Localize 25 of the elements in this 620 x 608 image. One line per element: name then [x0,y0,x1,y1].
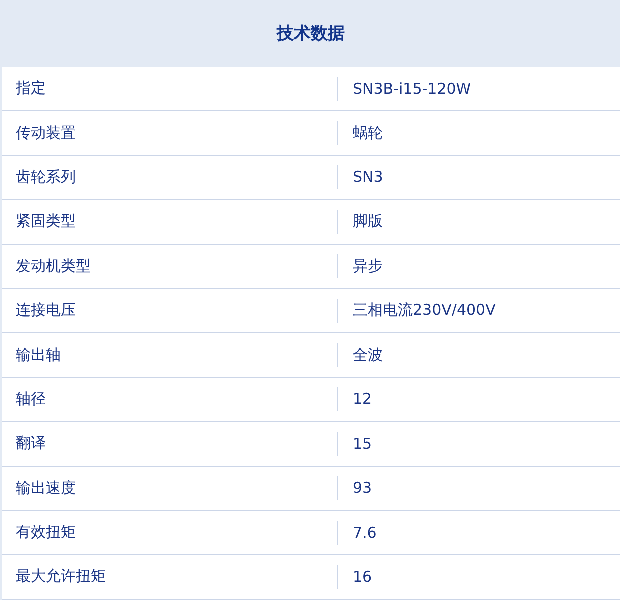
row-value: 7.6 [353,524,377,542]
row-value: 异步 [353,256,383,276]
row-label: 传动装置 [16,124,76,142]
row-label: 轴径 [16,390,46,408]
row-label: 输出速度 [16,478,76,497]
row-value: 12 [353,390,372,408]
row-value: 15 [353,434,372,453]
row-label: 连接电压 [16,301,76,320]
row-label: 有效扭矩 [16,523,76,542]
row-value: 三相电流230V/400V [353,301,496,320]
row-value: 蜗轮 [353,124,383,143]
row-label: 指定 [16,79,46,98]
row-label: 最大允许扭矩 [16,567,106,586]
row-label: 翻译 [16,434,46,452]
row-label: 齿轮系列 [16,168,76,186]
row-label: 紧固类型 [16,212,76,230]
row-label: 发动机类型 [16,256,91,275]
row-value: 16 [353,568,372,586]
table-title: 技术数据 [277,23,345,45]
row-value: 全波 [353,346,383,365]
row-label: 输出轴 [16,346,61,364]
row-value: SN3 [353,168,384,186]
row-value: 93 [353,479,372,498]
row-value: 脚版 [353,212,383,232]
row-value: SN3B-i15-120W [353,80,472,98]
